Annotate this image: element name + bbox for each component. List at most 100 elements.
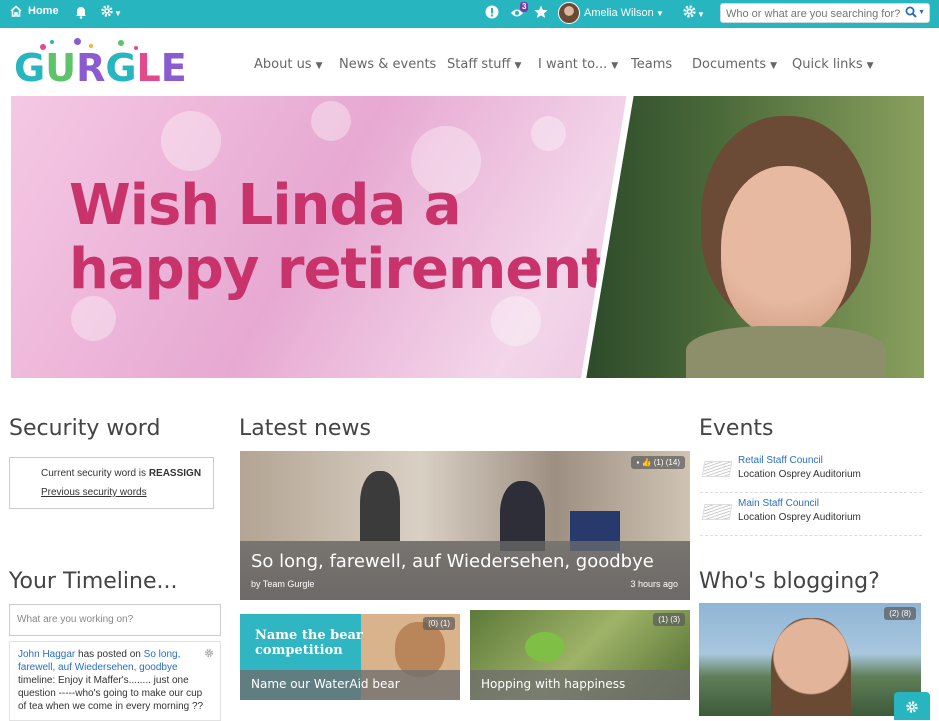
nav-label: News & events xyxy=(339,57,437,72)
home-icon xyxy=(10,5,22,17)
office-photo xyxy=(240,451,690,541)
post-author-link[interactable]: John Haggar xyxy=(18,649,75,660)
security-heading: Security word xyxy=(9,416,161,441)
nav-about-us[interactable]: About us ▼ xyxy=(254,57,323,72)
chevron-down-icon: ▼ xyxy=(918,8,925,16)
nav-label: Staff stuff xyxy=(447,57,511,72)
notification-badge: 3 xyxy=(520,2,529,12)
gear-icon xyxy=(683,5,696,18)
nav-documents[interactable]: Documents ▼ xyxy=(692,57,777,72)
home-link[interactable]: Home xyxy=(10,5,59,17)
hero-banner[interactable]: Wish Linda a happy retirement xyxy=(11,96,924,378)
nav-news-events[interactable]: News & events xyxy=(339,57,436,72)
news-featured-title[interactable]: So long, farewell, auf Wiedersehen, good… xyxy=(251,551,654,572)
chevron-down-icon: ▼ xyxy=(770,61,778,71)
news-card[interactable]: (1) (3) Hopping with happiness xyxy=(470,610,690,700)
bear-image-line-1: Name the bear xyxy=(255,628,363,643)
bokeh-light xyxy=(491,296,541,346)
logo-text: GURGLE xyxy=(14,46,187,90)
post-gear-icon[interactable] xyxy=(204,648,214,658)
blogging-heading: Who's blogging? xyxy=(699,569,880,594)
stats-text: (1) (14) xyxy=(653,458,680,467)
bear-image-line-2: competition xyxy=(255,643,343,658)
timeline-status-input[interactable]: What are you working on? xyxy=(9,604,221,636)
news-featured-time: 3 hours ago xyxy=(630,579,678,589)
event-item[interactable]: Retail Staff Council Location Osprey Aud… xyxy=(700,455,922,493)
logo-bubble xyxy=(50,40,54,44)
security-word: REASSIGN xyxy=(148,468,202,479)
grasshopper-image xyxy=(525,632,565,662)
settings-menu[interactable]: ▼ xyxy=(100,4,122,18)
comment-like-stats: ▪ 👍 (1) (14) xyxy=(631,456,685,469)
alert-icon[interactable] xyxy=(485,5,499,19)
face xyxy=(721,166,851,336)
events-heading: Events xyxy=(699,416,774,441)
comment-icon: ▪ xyxy=(636,458,640,467)
chevron-down-icon: ▼ xyxy=(114,9,122,18)
event-location: Location Osprey Auditorium xyxy=(738,469,861,480)
news-heading: Latest news xyxy=(239,416,371,441)
security-word-text: Current security word is REASSIGN xyxy=(41,468,201,479)
bokeh-light xyxy=(161,111,221,171)
timeline-heading: Your Timeline... xyxy=(9,569,178,594)
comment-like-stats: (1) (3) xyxy=(653,613,685,626)
post-body: timeline: Enjoy it Maffer's........ just… xyxy=(18,675,204,712)
bokeh-light xyxy=(531,116,566,151)
search-icon xyxy=(905,6,917,18)
bear-competition-image-text: Name the bear competition xyxy=(255,628,363,658)
search-input[interactable] xyxy=(721,5,901,23)
avatar[interactable] xyxy=(558,2,580,24)
chevron-down-icon: ▼ xyxy=(697,10,705,19)
news-card-title[interactable]: Hopping with happiness xyxy=(481,677,625,691)
event-thumbnail xyxy=(701,504,733,520)
event-title[interactable]: Main Staff Council xyxy=(738,498,819,509)
gear-icon xyxy=(101,5,113,17)
nav-label: Documents xyxy=(692,57,767,72)
nav-staff-stuff[interactable]: Staff stuff ▼ xyxy=(447,57,521,72)
event-thumbnail xyxy=(701,461,733,477)
gear-icon xyxy=(906,701,918,713)
nav-label: Quick links xyxy=(792,57,863,72)
banner-photo xyxy=(586,96,924,378)
like-icon: 👍 xyxy=(641,458,652,467)
nav-quick-links[interactable]: Quick links ▼ xyxy=(792,57,874,72)
user-name[interactable]: Amelia Wilson xyxy=(584,7,654,19)
post-verb: has posted on xyxy=(75,649,144,660)
banner-line-2: happy retirement xyxy=(69,237,608,302)
logo-bubble xyxy=(74,38,81,45)
chevron-down-icon: ▼ xyxy=(611,61,619,71)
event-title[interactable]: Retail Staff Council xyxy=(738,455,823,466)
user-menu-chevron-icon[interactable]: ▼ xyxy=(656,9,664,18)
bell-icon[interactable] xyxy=(74,5,88,19)
timeline-post: John Haggar has posted on So long, farew… xyxy=(9,641,221,721)
chevron-down-icon: ▼ xyxy=(514,61,522,71)
nav-label: I want to... xyxy=(538,57,608,72)
star-icon[interactable] xyxy=(534,5,548,19)
chevron-down-icon: ▼ xyxy=(315,61,323,71)
nav-label: Teams xyxy=(631,57,673,72)
home-label: Home xyxy=(28,5,59,17)
nav-teams[interactable]: Teams xyxy=(631,57,672,72)
news-featured-byline: by Team Gurgle xyxy=(251,579,315,589)
comment-like-stats: (2) (8) xyxy=(884,607,916,620)
chevron-down-icon: ▼ xyxy=(866,61,874,71)
bokeh-light xyxy=(71,296,116,341)
teddy-bear xyxy=(395,622,445,677)
news-featured-card[interactable]: So long, farewell, auf Wiedersehen, good… xyxy=(240,451,690,600)
event-item[interactable]: Main Staff Council Location Osprey Audit… xyxy=(700,498,922,536)
news-card[interactable]: Name the bear competition (0) (1) Name o… xyxy=(240,614,460,700)
blogger-photo[interactable]: (2) (8) xyxy=(699,603,921,716)
nav-i-want-to[interactable]: I want to... ▼ xyxy=(538,57,618,72)
search-box[interactable]: ▼ xyxy=(720,3,930,23)
security-word-box: Current security word is REASSIGN Previo… xyxy=(9,457,214,509)
security-prefix: Current security word is xyxy=(41,468,147,479)
comment-like-stats: (0) (1) xyxy=(423,617,455,630)
news-card-title[interactable]: Name our WaterAid bear xyxy=(251,677,400,691)
shoulders xyxy=(686,326,886,378)
previous-security-words-link[interactable]: Previous security words xyxy=(41,487,147,498)
gurgle-logo[interactable]: GURGLE xyxy=(14,38,187,90)
event-location: Location Osprey Auditorium xyxy=(738,512,861,523)
nav-label: About us xyxy=(254,57,312,72)
admin-settings-menu[interactable]: ▼ xyxy=(682,4,705,19)
search-button[interactable]: ▼ xyxy=(905,6,925,18)
